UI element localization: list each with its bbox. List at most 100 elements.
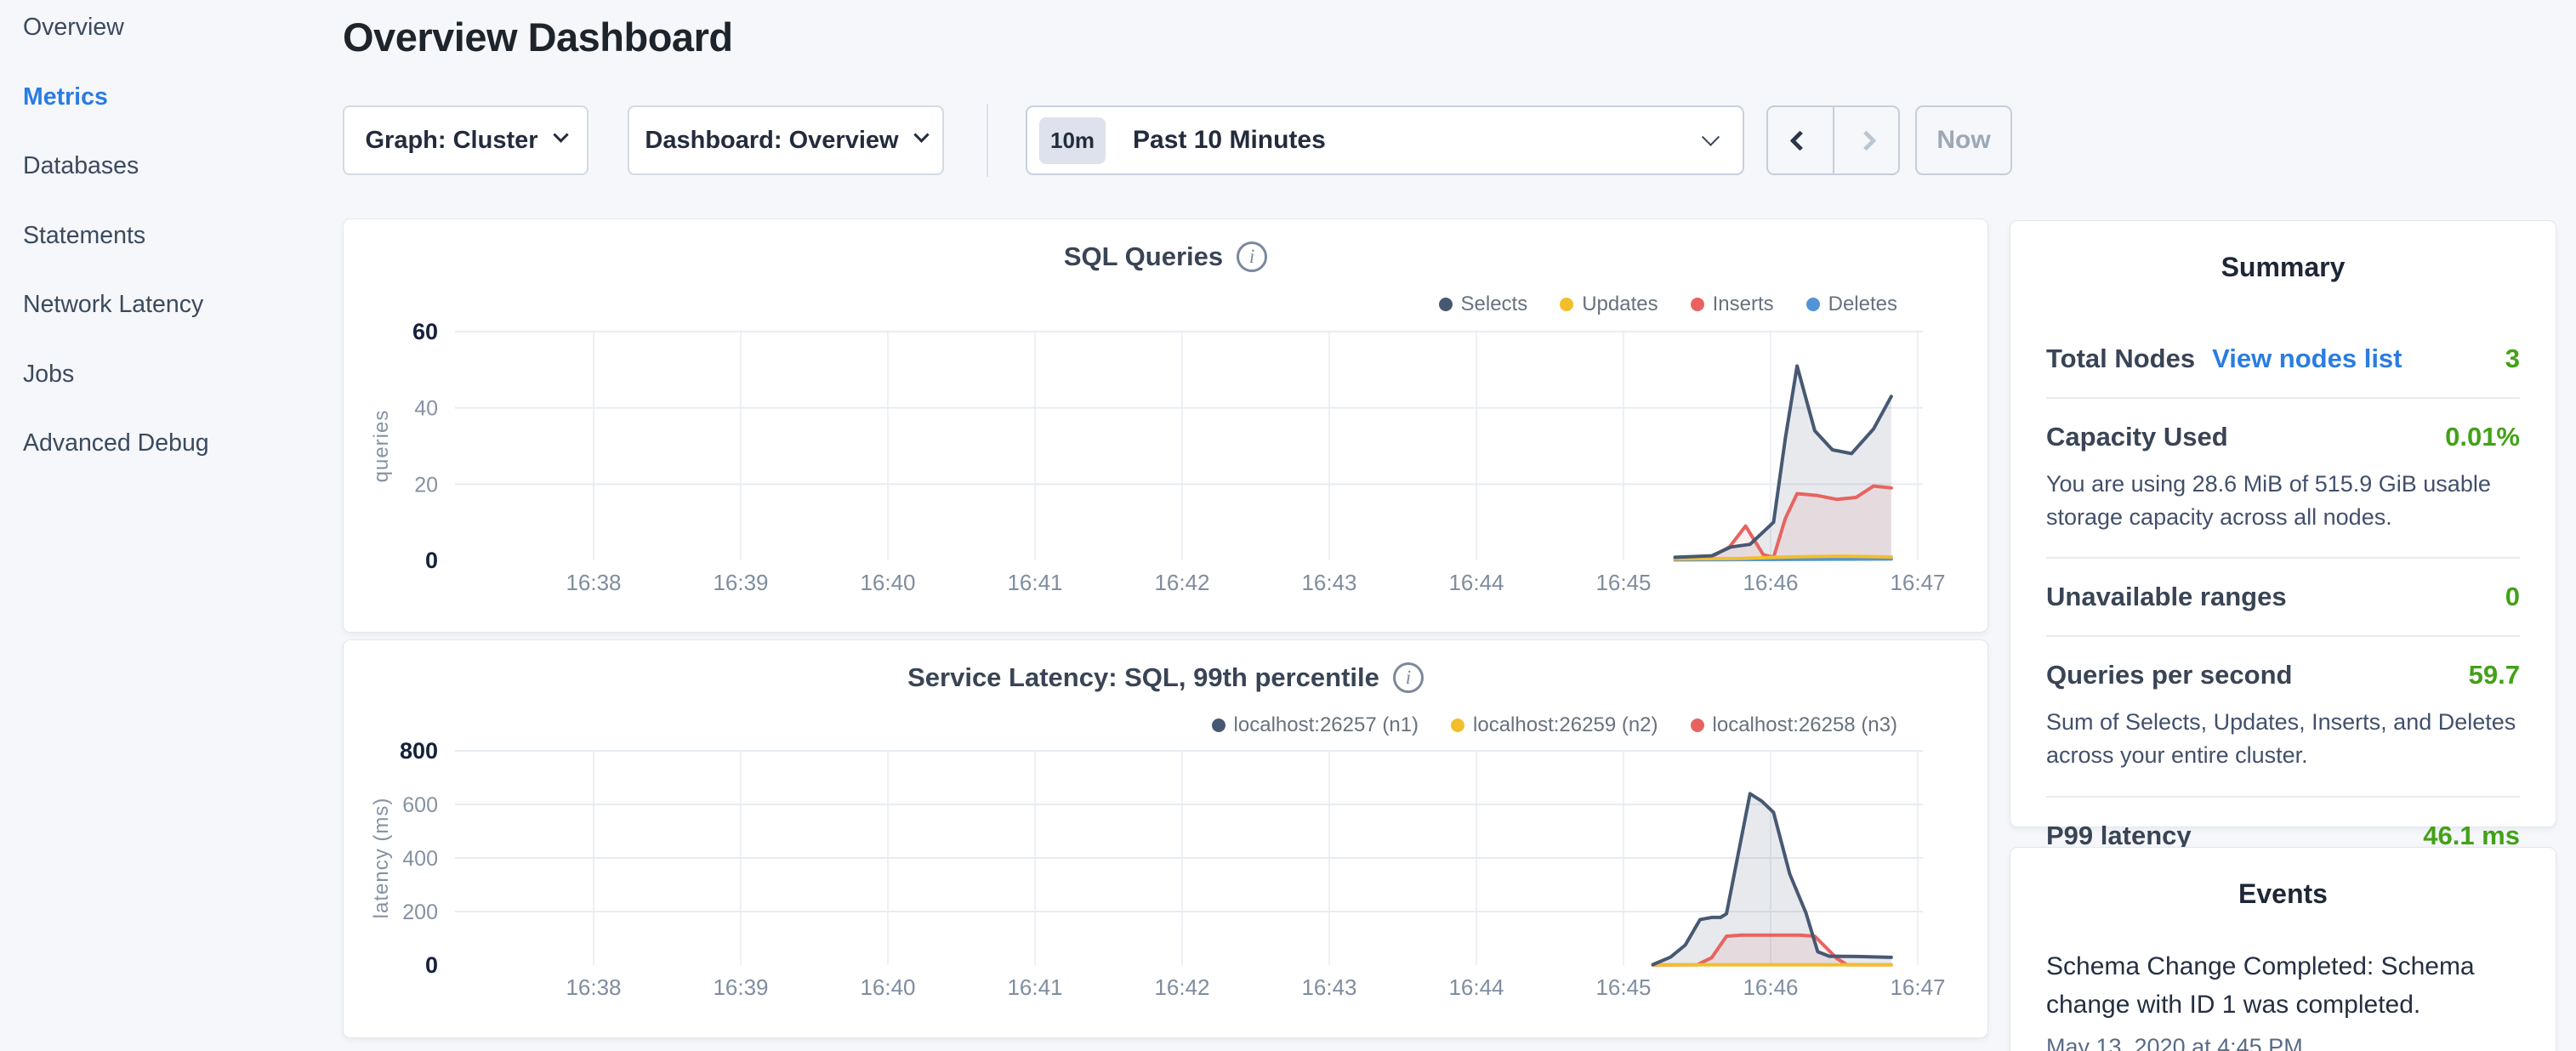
- summary-label: Queries per second: [2046, 660, 2292, 690]
- svg-text:16:40: 16:40: [860, 570, 915, 595]
- legend-dot-icon: [1806, 298, 1820, 311]
- chevron-right-icon: [1856, 130, 1876, 151]
- svg-text:16:39: 16:39: [713, 570, 768, 595]
- sidebar-item-overview[interactable]: Overview: [0, 14, 340, 83]
- svg-text:0: 0: [425, 952, 438, 978]
- summary-row-unavailable-ranges: Unavailable ranges 0: [2046, 559, 2520, 637]
- time-range-next-button[interactable]: [1833, 107, 1899, 173]
- legend-dot-icon: [1560, 298, 1573, 311]
- svg-text:16:38: 16:38: [566, 974, 621, 1000]
- svg-text:16:46: 16:46: [1743, 974, 1798, 1000]
- legend-label: localhost:26257 (n1): [1234, 713, 1419, 737]
- chevron-down-icon: [913, 127, 929, 142]
- svg-text:16:42: 16:42: [1154, 974, 1209, 1000]
- svg-text:16:42: 16:42: [1154, 570, 1209, 595]
- info-icon[interactable]: i: [1237, 241, 1267, 272]
- svg-text:16:45: 16:45: [1595, 974, 1651, 1000]
- summary-value: 3: [2505, 344, 2520, 374]
- summary-row-capacity-used: Capacity Used 0.01% You are using 28.6 M…: [2046, 399, 2520, 559]
- chart-title: SQL Queries: [1064, 241, 1223, 272]
- page-title: Overview Dashboard: [343, 14, 733, 60]
- time-range-prev-button[interactable]: [1768, 107, 1833, 173]
- summary-description: You are using 28.6 MiB of 515.9 GiB usab…: [2046, 468, 2520, 534]
- graph-scope-dropdown-label: Graph: Cluster: [365, 127, 537, 155]
- sidebar-item-jobs[interactable]: Jobs: [0, 361, 340, 430]
- legend-dot-icon: [1691, 719, 1704, 732]
- service-latency-chart-card: Service Latency: SQL, 99th percentile i …: [343, 639, 1988, 1038]
- sidebar: Overview Metrics Databases Statements Ne…: [0, 0, 340, 1051]
- legend-dot-icon: [1439, 298, 1453, 311]
- legend-dot-icon: [1691, 298, 1704, 311]
- events-title: Events: [2046, 878, 2520, 910]
- sidebar-item-metrics[interactable]: Metrics: [0, 83, 340, 153]
- legend-label: Inserts: [1713, 293, 1774, 316]
- svg-text:16:40: 16:40: [860, 974, 915, 1000]
- legend-label: localhost:26259 (n2): [1473, 713, 1658, 737]
- chevron-down-icon: [1702, 128, 1720, 145]
- chevron-down-icon: [553, 127, 568, 142]
- legend-label: localhost:26258 (n3): [1713, 713, 1897, 737]
- summary-description: Sum of Selects, Updates, Inserts, and De…: [2046, 706, 2520, 772]
- time-range-badge: 10m: [1039, 117, 1106, 164]
- events-panel: Events Schema Change Completed: Schema c…: [2010, 847, 2556, 1051]
- sql-queries-chart: 020406016:3816:3916:4016:4116:4216:4316:…: [344, 321, 1989, 633]
- time-range-nav: [1766, 105, 1900, 175]
- svg-text:16:41: 16:41: [1007, 570, 1062, 595]
- legend-item: localhost:26259 (n2): [1451, 713, 1658, 737]
- svg-text:16:47: 16:47: [1890, 974, 1945, 1000]
- svg-text:0: 0: [425, 548, 438, 573]
- chart-title: Service Latency: SQL, 99th percentile: [907, 662, 1379, 693]
- svg-text:600: 600: [402, 793, 438, 817]
- legend-label: Deletes: [1828, 293, 1897, 316]
- legend-item: localhost:26257 (n1): [1212, 713, 1419, 737]
- svg-text:queries: queries: [370, 410, 393, 483]
- service-latency-chart: 020040060080016:3816:3916:4016:4116:4216…: [344, 742, 1989, 1039]
- event-timestamp: May 13, 2020 at 4:45 PM: [2046, 1034, 2520, 1051]
- svg-text:16:39: 16:39: [713, 974, 768, 1000]
- svg-text:16:46: 16:46: [1743, 570, 1798, 595]
- svg-text:16:45: 16:45: [1595, 570, 1651, 595]
- legend-dot-icon: [1451, 719, 1464, 732]
- svg-text:16:44: 16:44: [1448, 570, 1504, 595]
- svg-text:16:38: 16:38: [566, 570, 621, 595]
- sidebar-item-statements[interactable]: Statements: [0, 222, 340, 292]
- svg-text:800: 800: [400, 742, 438, 764]
- sidebar-item-databases[interactable]: Databases: [0, 152, 340, 222]
- view-nodes-list-link[interactable]: View nodes list: [2212, 344, 2402, 374]
- summary-value: 0: [2505, 582, 2520, 612]
- summary-label: Capacity Used: [2046, 422, 2228, 452]
- sidebar-item-advanced-debug[interactable]: Advanced Debug: [0, 429, 340, 499]
- summary-value: 59.7: [2469, 660, 2520, 690]
- summary-row-total-nodes: Total Nodes View nodes list 3: [2046, 321, 2520, 399]
- svg-text:16:43: 16:43: [1301, 570, 1356, 595]
- info-icon[interactable]: i: [1393, 662, 1424, 693]
- svg-text:60: 60: [412, 321, 438, 344]
- legend-item: Updates: [1560, 293, 1658, 316]
- svg-text:latency (ms): latency (ms): [370, 798, 393, 919]
- dashboard-dropdown[interactable]: Dashboard: Overview: [628, 105, 944, 175]
- summary-label: Unavailable ranges: [2046, 582, 2287, 612]
- legend-dot-icon: [1212, 719, 1225, 732]
- chart-plot: 020040060080016:3816:3916:4016:4116:4216…: [344, 742, 1989, 1043]
- chevron-left-icon: [1790, 130, 1811, 151]
- svg-text:16:44: 16:44: [1448, 974, 1504, 1000]
- legend-item: localhost:26258 (n3): [1691, 713, 1897, 737]
- event-message: Schema Change Completed: Schema change w…: [2046, 947, 2520, 1024]
- svg-text:400: 400: [402, 847, 438, 871]
- graph-scope-dropdown[interactable]: Graph: Cluster: [343, 105, 589, 175]
- svg-text:16:43: 16:43: [1301, 974, 1356, 1000]
- summary-panel: Summary Total Nodes View nodes list 3 Ca…: [2010, 220, 2556, 827]
- svg-text:20: 20: [414, 473, 438, 497]
- toolbar-divider: [987, 104, 988, 177]
- svg-text:16:41: 16:41: [1007, 974, 1062, 1000]
- legend-label: Selects: [1461, 293, 1528, 316]
- sidebar-item-network-latency[interactable]: Network Latency: [0, 291, 340, 361]
- time-range-select[interactable]: 10m Past 10 Minutes: [1026, 105, 1744, 175]
- time-range-label: Past 10 Minutes: [1133, 126, 1704, 155]
- now-button[interactable]: Now: [1915, 105, 2012, 175]
- sql-queries-chart-card: SQL Queries i Selects Updates Inserts Delet…: [343, 219, 1988, 633]
- legend-label: Updates: [1582, 293, 1658, 316]
- event-list-item[interactable]: Schema Change Completed: Schema change w…: [2046, 947, 2520, 1051]
- dashboard-dropdown-label: Dashboard: Overview: [645, 127, 898, 155]
- legend-item: Deletes: [1806, 293, 1897, 316]
